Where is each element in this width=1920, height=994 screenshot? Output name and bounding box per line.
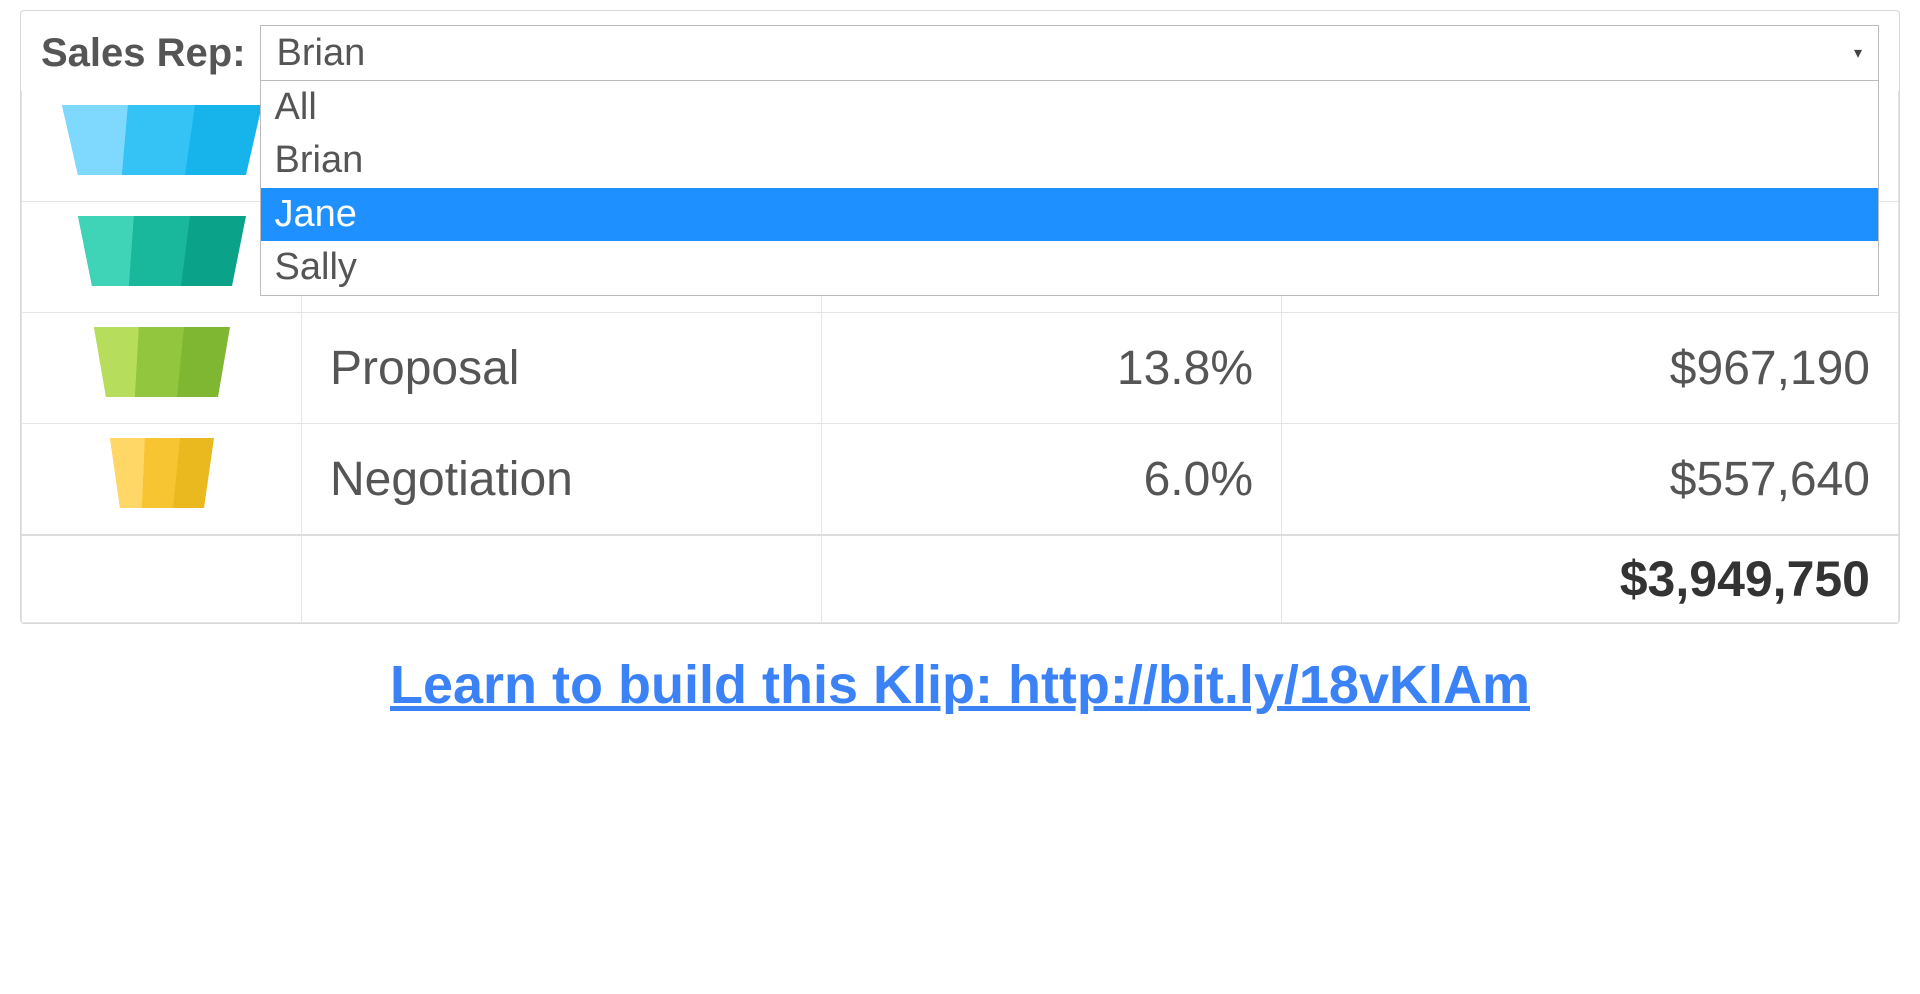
sales-rep-option-sally[interactable]: Sally	[261, 241, 1878, 294]
stage-amount: $557,640	[1282, 424, 1899, 536]
funnel-stage-icon	[110, 438, 214, 508]
funnel-stage-icon	[78, 216, 246, 286]
learn-link[interactable]: Learn to build this Klip: http://bit.ly/…	[0, 624, 1920, 746]
sales-funnel-widget: Sales Rep: Brian ▾ All Brian Jane Sally	[20, 10, 1900, 624]
stage-pct: 13.8%	[822, 313, 1282, 424]
filter-row: Sales Rep: Brian ▾ All Brian Jane Sally	[21, 11, 1899, 91]
sales-rep-select[interactable]: Brian ▾	[260, 25, 1879, 81]
total-spacer	[302, 535, 822, 623]
sales-rep-option-jane[interactable]: Jane	[261, 188, 1878, 241]
sales-rep-option-all[interactable]: All	[261, 81, 1878, 134]
stage-pct: 6.0%	[822, 424, 1282, 536]
stage-amount: $967,190	[1282, 313, 1899, 424]
total-spacer	[822, 535, 1282, 623]
funnel-row-negotiation: Negotiation 6.0% $557,640	[22, 424, 1899, 536]
funnel-total-amount: $3,949,750	[1282, 535, 1899, 623]
funnel-total-row: $3,949,750	[22, 535, 1899, 623]
sales-rep-option-brian[interactable]: Brian	[261, 134, 1878, 187]
sales-rep-selected-value: Brian	[277, 32, 366, 75]
chevron-down-icon: ▾	[1854, 43, 1862, 63]
total-spacer	[22, 535, 302, 623]
funnel-icon-cell	[22, 313, 302, 424]
funnel-icon-cell	[22, 424, 302, 536]
sales-rep-dropdown: All Brian Jane Sally	[260, 81, 1879, 296]
stage-name: Negotiation	[302, 424, 822, 536]
funnel-stage-icon	[62, 105, 262, 175]
stage-name: Proposal	[302, 313, 822, 424]
funnel-stage-icon	[94, 327, 230, 397]
funnel-row-proposal: Proposal 13.8% $967,190	[22, 313, 1899, 424]
sales-rep-select-wrap: Brian ▾ All Brian Jane Sally	[260, 25, 1879, 81]
filter-label: Sales Rep:	[41, 31, 246, 76]
